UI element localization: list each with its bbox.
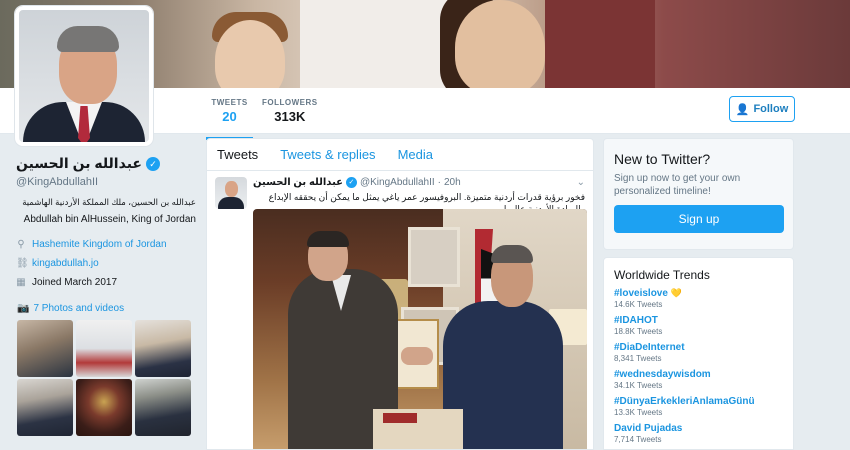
profile-joined: ▦ Joined March 2017 — [16, 273, 196, 292]
trend-count: 34.1K Tweets — [614, 381, 663, 390]
chevron-down-icon[interactable]: ⌄ — [577, 177, 585, 188]
trend-item[interactable]: #DünyaErkekleriAnlamaGünü 13.3K Tweets — [614, 396, 783, 417]
media-thumbnail-grid — [17, 320, 191, 436]
tab-media[interactable]: Media — [398, 147, 433, 162]
tweet-timeline: Tweets Tweets & replies Media عبدالله بن… — [206, 138, 594, 450]
trend-name-text: #loveislove — [614, 288, 668, 299]
photo-shape — [383, 413, 417, 423]
tab-tweets-and-replies[interactable]: Tweets & replies — [280, 147, 375, 162]
trend-name: #loveislove 💛 — [614, 288, 783, 299]
trend-item[interactable]: David Pujadas 7,714 Tweets — [614, 423, 783, 444]
trend-name: #DünyaErkekleriAnlamaGünü — [614, 396, 755, 407]
media-thumbnail[interactable] — [135, 379, 191, 436]
media-thumbnail[interactable] — [76, 320, 132, 377]
trend-count: 7,714 Tweets — [614, 435, 662, 444]
tweet-photo[interactable] — [253, 209, 587, 449]
trend-name: David Pujadas — [614, 423, 683, 434]
tweets-stat-value: 20 — [222, 109, 237, 124]
tweets-stat-label: TWEETS — [211, 98, 248, 107]
trend-count: 8,341 Tweets — [614, 354, 662, 363]
add-user-icon: 👤 — [735, 103, 750, 116]
avatar-shape — [218, 197, 244, 209]
heart-icon: 💛 — [670, 288, 683, 298]
signup-button[interactable]: Sign up — [614, 205, 784, 233]
trend-count: 14.6K Tweets — [614, 300, 663, 309]
location-pin-icon: ⚲ — [17, 239, 25, 250]
followers-stat[interactable]: FOLLOWERS 313K — [262, 98, 318, 124]
signup-module: New to Twitter? Sign up now to get your … — [603, 138, 794, 250]
trend-item[interactable]: #IDAHOT 18.8K Tweets — [614, 315, 783, 336]
profile-avatar[interactable] — [15, 6, 153, 146]
verified-badge-icon: ✓ — [145, 156, 160, 171]
tweets-stat[interactable]: TWEETS 20 — [206, 98, 253, 140]
avatar-shape — [57, 26, 119, 52]
profile-meta: ⚲ Hashemite Kingdom of Jordan ⛓ kingabdu… — [16, 235, 196, 292]
photo-shape — [408, 227, 460, 287]
signup-text: Sign up now to get your own personalized… — [614, 173, 741, 197]
follow-button[interactable]: 👤 Follow — [729, 96, 795, 122]
banner-figure — [300, 0, 450, 88]
camera-icon: 📷 — [17, 303, 30, 314]
trend-count: 18.8K Tweets — [614, 327, 663, 336]
photos-and-videos-link[interactable]: 📷 7 Photos and videos — [17, 303, 124, 314]
photo-shape — [307, 231, 349, 247]
tweet-author-name[interactable]: عبدالله بن الحسين — [253, 177, 343, 188]
tweet-separator: · — [437, 177, 441, 188]
profile-location: ⚲ Hashemite Kingdom of Jordan — [16, 235, 196, 254]
profile-handle[interactable]: @KingAbdullahII — [16, 176, 196, 188]
trend-name: #wednesdaywisdom — [614, 369, 711, 380]
tweet-header: عبدالله بن الحسين ✓ @KingAbdullahII · 20… — [253, 177, 585, 188]
trend-name: #DiaDeInternet — [614, 342, 685, 353]
link-icon: ⛓ — [16, 258, 29, 269]
trend-item[interactable]: #wednesdaywisdom 34.1K Tweets — [614, 369, 783, 390]
joined-date: Joined March 2017 — [32, 277, 118, 288]
media-thumbnail[interactable] — [76, 379, 132, 436]
trend-item[interactable]: #DiaDeInternet 8,341 Tweets — [614, 342, 783, 363]
timeline-tabs: Tweets Tweets & replies Media — [207, 139, 593, 171]
avatar-shape — [225, 181, 238, 197]
followers-stat-value: 313K — [274, 109, 306, 124]
profile-bio-arabic: عبدالله بن الحسين، ملك المملكة الأردنية … — [22, 197, 196, 207]
signup-title: New to Twitter? — [614, 151, 711, 167]
trend-count: 13.3K Tweets — [614, 408, 663, 417]
tweet-author-handle[interactable]: @KingAbdullahII — [360, 177, 435, 188]
website-link[interactable]: kingabdullah.jo — [32, 258, 99, 269]
profile-name-row: عبدالله بن الحسين ✓ — [16, 155, 196, 172]
photos-link-label: 7 Photos and videos — [33, 303, 125, 314]
follow-button-label: Follow — [753, 103, 789, 115]
location-text[interactable]: Hashemite Kingdom of Jordan — [32, 239, 167, 250]
profile-website: ⛓ kingabdullah.jo — [16, 254, 196, 273]
banner-figure — [455, 0, 545, 88]
photo-shape — [491, 245, 533, 263]
verified-badge-icon: ✓ — [345, 177, 357, 188]
profile-card: عبدالله بن الحسين ✓ @KingAbdullahII عبدا… — [16, 155, 196, 292]
trend-name: #IDAHOT — [614, 315, 658, 326]
tweet-timestamp[interactable]: 20h — [444, 177, 461, 188]
media-thumbnail[interactable] — [135, 320, 191, 377]
trends-title: Worldwide Trends — [614, 268, 710, 282]
calendar-icon: ▦ — [16, 277, 26, 288]
profile-name[interactable]: عبدالله بن الحسين — [16, 155, 142, 172]
tweet-author-avatar[interactable] — [215, 177, 247, 209]
trends-module: Worldwide Trends #loveislove 💛 14.6K Twe… — [603, 257, 794, 450]
photo-shape — [401, 347, 433, 365]
media-thumbnail[interactable] — [17, 320, 73, 377]
media-thumbnail[interactable] — [17, 379, 73, 436]
tab-tweets[interactable]: Tweets — [217, 147, 258, 162]
profile-bio-english: Abdullah bin AlHussein, King of Jordan — [23, 214, 196, 225]
followers-stat-label: FOLLOWERS — [262, 98, 318, 107]
banner-figure — [545, 0, 655, 88]
trend-item[interactable]: #loveislove 💛 14.6K Tweets — [614, 288, 783, 309]
